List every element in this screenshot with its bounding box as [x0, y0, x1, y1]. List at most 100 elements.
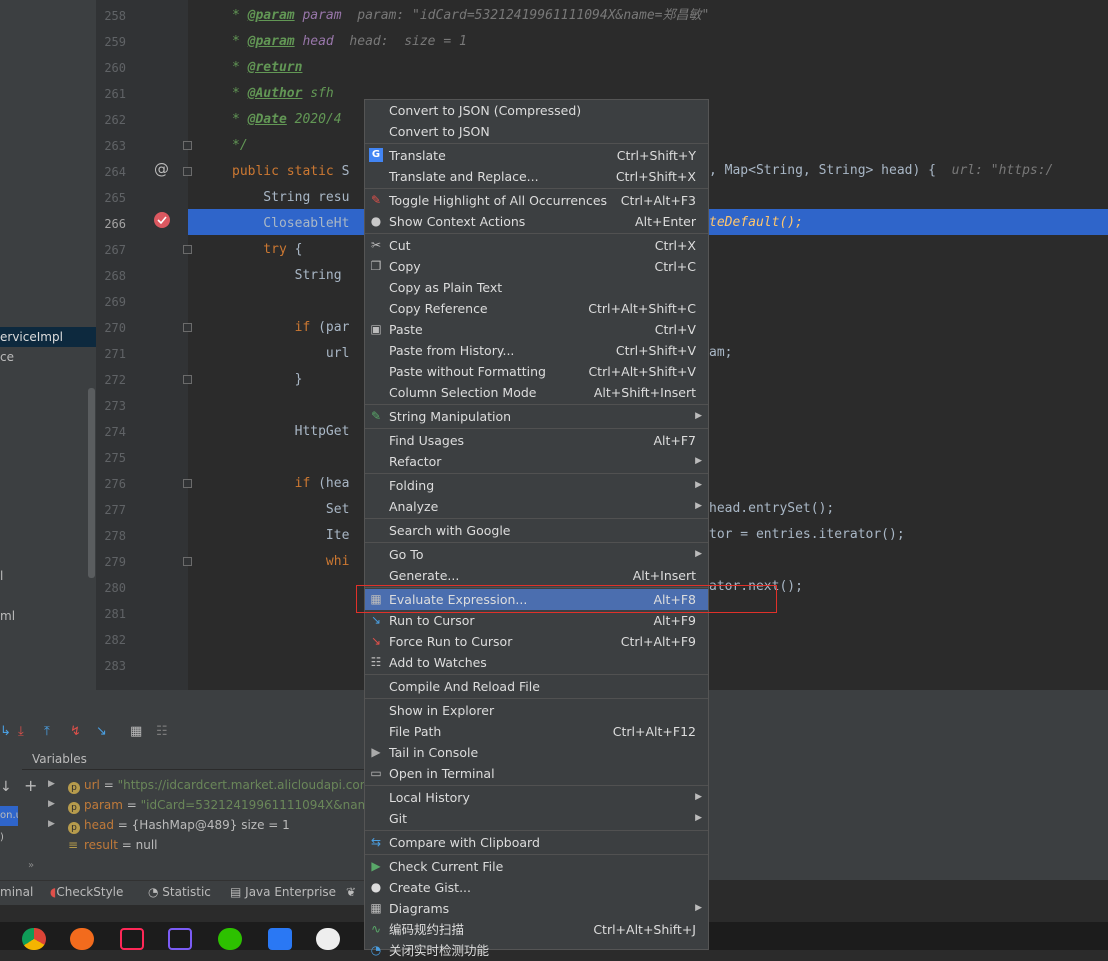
wechat-icon[interactable] [218, 928, 242, 950]
baidu-netdisk-icon[interactable] [316, 928, 340, 950]
tab-terminal[interactable]: minal [0, 884, 33, 900]
menu-item[interactable]: G Translate Ctrl+Shift+Y [365, 145, 708, 166]
code-token: CloseableHt [232, 216, 350, 231]
menu-item[interactable]: Local History ▶ [365, 787, 708, 808]
menu-item[interactable]: Find Usages Alt+F7 [365, 430, 708, 451]
frame-item[interactable]: ) [0, 828, 18, 848]
expand-arrow-icon[interactable]: ▶ [48, 799, 55, 809]
menu-item[interactable]: ↘ Run to Cursor Alt+F9 [365, 610, 708, 631]
menu-item[interactable]: ▣ Paste Ctrl+V [365, 319, 708, 340]
tab-checkstyle[interactable]: ◖CheckStyle [50, 884, 123, 900]
layout-toolbar-icon[interactable]: ☷ [156, 724, 168, 740]
variable-row[interactable]: p param = "idCard=53212419961111094X&name… [68, 795, 387, 815]
fold-marker-icon[interactable] [183, 323, 192, 332]
leaf-icon[interactable]: ❦ [346, 884, 356, 900]
tab-statistic[interactable]: ◔ Statistic [148, 884, 211, 900]
code-line: Set [232, 497, 350, 523]
force-step-icon[interactable]: ↯ [70, 724, 81, 740]
menu-item-label: Analyze [389, 499, 439, 514]
menu-item[interactable]: ▦ Diagrams ▶ [365, 898, 708, 919]
menu-item[interactable]: Compile And Reload File [365, 676, 708, 697]
down-arrow-icon[interactable]: ↓ [0, 779, 12, 795]
expand-arrow-icon[interactable]: ▶ [48, 819, 55, 829]
menu-item[interactable]: Generate... Alt+Insert [365, 565, 708, 586]
code-line: if (hea [232, 471, 350, 497]
postman-icon[interactable] [70, 928, 94, 950]
menu-item[interactable]: ↘ Force Run to Cursor Ctrl+Alt+F9 [365, 631, 708, 652]
chrome-icon[interactable] [22, 928, 46, 950]
menu-item-label: Tail in Console [389, 745, 479, 760]
fold-marker-icon[interactable] [183, 167, 192, 176]
menu-item[interactable]: Copy as Plain Text [365, 277, 708, 298]
menu-item[interactable]: Convert to JSON (Compressed) [365, 100, 708, 121]
menu-item[interactable]: File Path Ctrl+Alt+F12 [365, 721, 708, 742]
menu-item[interactable]: Folding ▶ [365, 475, 708, 496]
code-line: String resu [232, 185, 349, 211]
menu-item[interactable]: Column Selection Mode Alt+Shift+Insert [365, 382, 708, 403]
menu-item[interactable]: Paste from History... Ctrl+Shift+V [365, 340, 708, 361]
tree-item[interactable]: ml [0, 606, 96, 626]
terminal-icon: ▭ [370, 766, 382, 780]
code-token: head [302, 34, 334, 49]
run-to-cursor-toolbar-icon[interactable]: ↘ [96, 724, 107, 740]
implements-at-icon[interactable]: @ [154, 160, 169, 178]
menu-item[interactable]: ☷ Add to Watches [365, 652, 708, 673]
fold-marker-icon[interactable] [183, 557, 192, 566]
menu-item[interactable]: Search with Google [365, 520, 708, 541]
menu-item[interactable]: ● Create Gist... [365, 877, 708, 898]
tree-item[interactable]: l [0, 566, 96, 586]
code-line: } [232, 367, 303, 393]
menu-item[interactable]: Go To ▶ [365, 544, 708, 565]
menu-item[interactable]: Convert to JSON [365, 121, 708, 142]
menu-item[interactable]: ⇆ Compare with Clipboard [365, 832, 708, 853]
menu-item[interactable]: ▭ Open in Terminal [365, 763, 708, 784]
line-number: 273 [104, 399, 126, 413]
fold-marker-icon[interactable] [183, 479, 192, 488]
fold-marker-icon[interactable] [183, 141, 192, 150]
expand-arrow-icon[interactable]: ▶ [48, 779, 55, 789]
menu-item[interactable]: Show in Explorer [365, 700, 708, 721]
intellij-icon-2[interactable] [168, 928, 192, 950]
menu-item[interactable]: ❐ Copy Ctrl+C [365, 256, 708, 277]
menu-item-label: Git [389, 811, 408, 826]
tab-java-enterprise[interactable]: ▤ Java Enterprise [230, 884, 336, 900]
evaluate-toolbar-icon[interactable]: ▦ [130, 724, 142, 740]
menu-item[interactable]: Copy Reference Ctrl+Alt+Shift+C [365, 298, 708, 319]
variable-row[interactable]: ≡ result = null [68, 835, 158, 855]
more-icon[interactable]: » [28, 860, 34, 871]
code-token: head: size = 1 [333, 34, 467, 49]
menu-item[interactable]: ◔ 关闭实时检测功能 [365, 940, 708, 961]
fold-marker-icon[interactable] [183, 375, 192, 384]
menu-item[interactable]: Translate and Replace... Ctrl+Shift+X [365, 166, 708, 187]
code-line: * @param head head: size = 1 [232, 29, 467, 55]
variable-row[interactable]: p url = "https://idcardcert.market.aliclo… [68, 775, 375, 795]
frame-item[interactable]: on.u [0, 806, 18, 826]
menu-item[interactable]: Analyze ▶ [365, 496, 708, 517]
intellij-icon[interactable] [120, 928, 144, 950]
menu-item[interactable]: Refactor ▶ [365, 451, 708, 472]
tree-scrollbar[interactable] [88, 388, 95, 578]
variable-row[interactable]: p head = {HashMap@489} size = 1 [68, 815, 290, 835]
menu-item[interactable]: ▶ Check Current File [365, 856, 708, 877]
menu-item[interactable]: ✎ Toggle Highlight of All Occurrences Ctrl… [365, 190, 708, 211]
menu-item[interactable]: ✎ String Manipulation ▶ [365, 406, 708, 427]
menu-item[interactable]: ● Show Context Actions Alt+Enter [365, 211, 708, 232]
menu-item[interactable]: Git ▶ [365, 808, 708, 829]
menu-item-shortcut: Ctrl+V [654, 322, 696, 337]
menu-item[interactable]: ✂ Cut Ctrl+X [365, 235, 708, 256]
tree-item[interactable]: ce [0, 347, 96, 367]
menu-item[interactable]: ▶ Tail in Console [365, 742, 708, 763]
step-over-icon[interactable]: ↳ [0, 724, 11, 740]
menu-item[interactable]: ∿ 编码规约扫描 Ctrl+Alt+Shift+J [365, 919, 708, 940]
step-into-icon[interactable]: ⤓ [18, 724, 24, 740]
code-line: Ite [232, 523, 350, 549]
submenu-arrow-icon: ▶ [695, 480, 702, 490]
fold-marker-icon[interactable] [183, 245, 192, 254]
wps-icon[interactable] [268, 928, 292, 950]
tree-item[interactable]: erviceImpl [0, 327, 96, 347]
breakpoint-icon[interactable] [154, 212, 170, 228]
add-watch-icon[interactable]: + [24, 776, 37, 795]
code-token: public static [232, 164, 342, 179]
menu-item[interactable]: Paste without Formatting Ctrl+Alt+Shift+V [365, 361, 708, 382]
step-out-icon[interactable]: ⤒ [44, 724, 50, 740]
